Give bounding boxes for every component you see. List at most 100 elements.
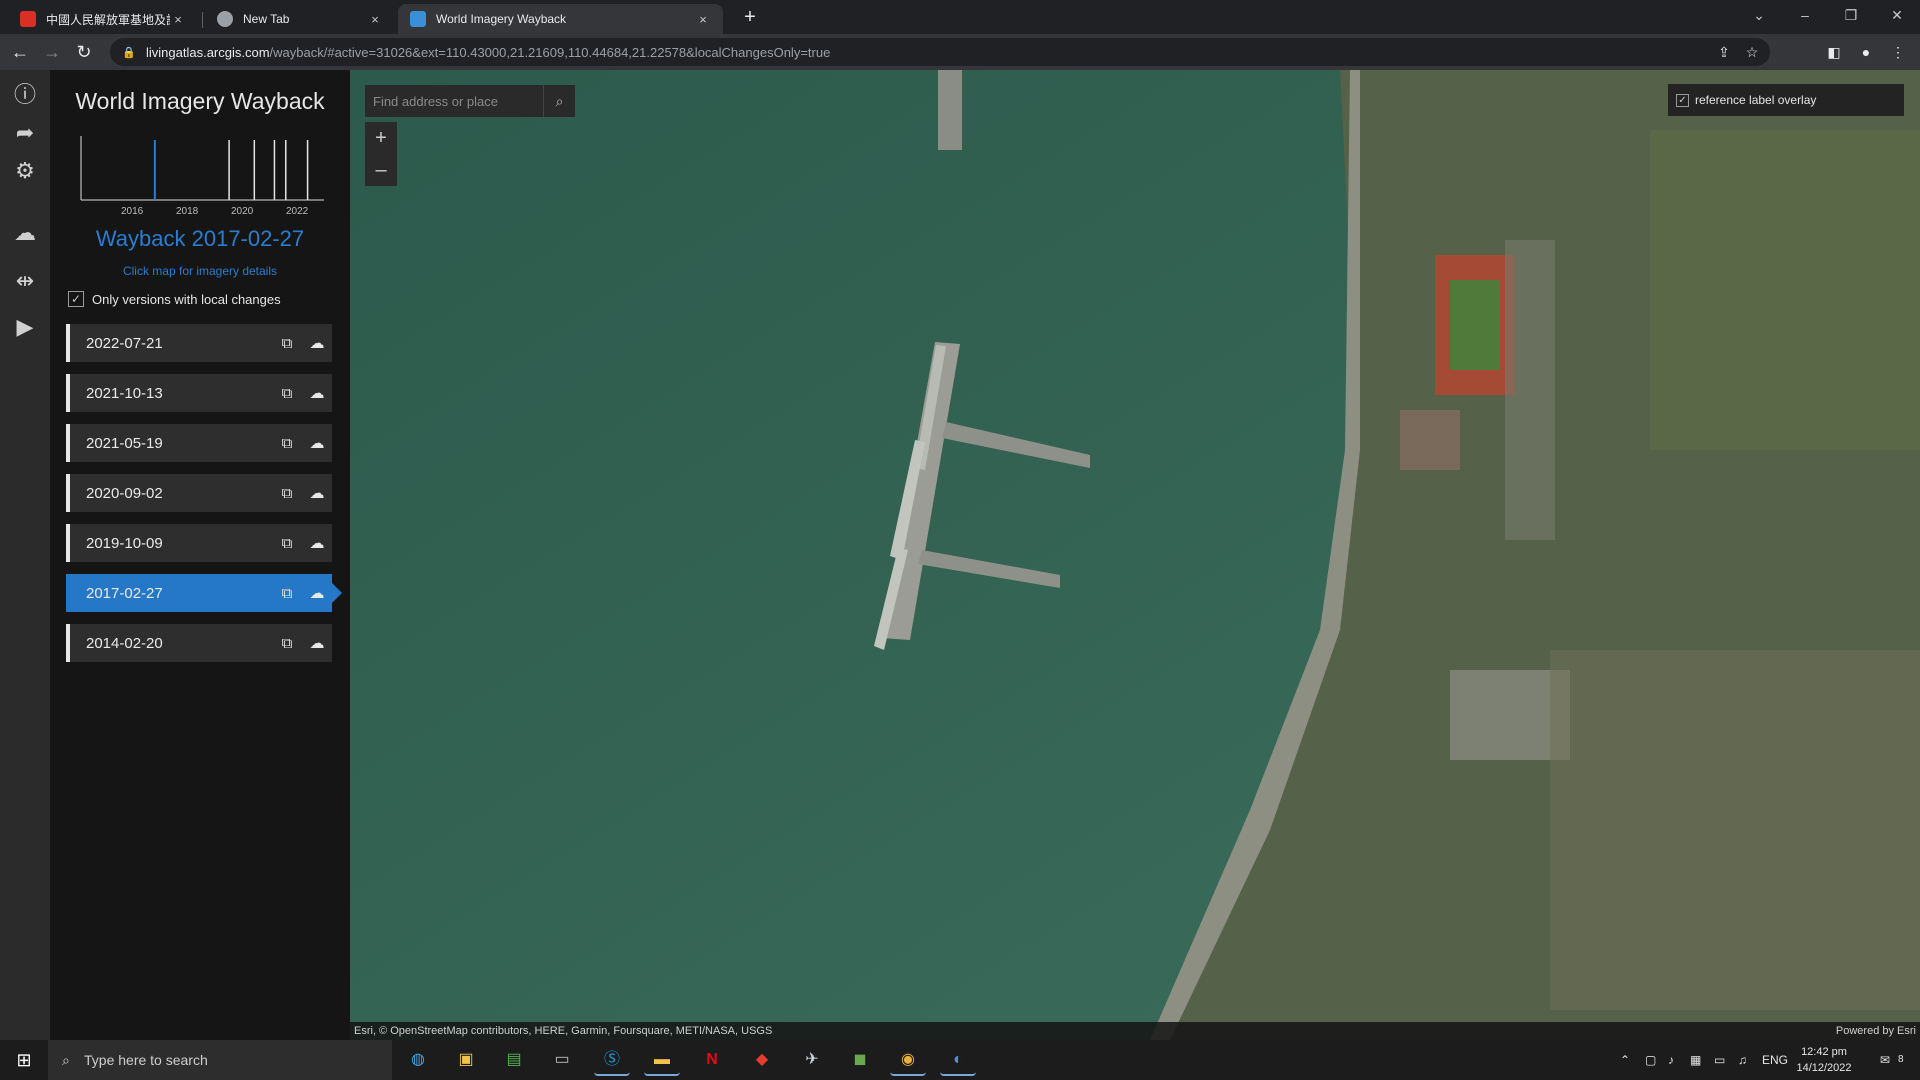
- open-in-new-icon[interactable]: ⧉: [272, 535, 302, 552]
- lock-icon: 🔒: [122, 46, 136, 59]
- cloud-add-icon[interactable]: ☁: [302, 584, 332, 602]
- app-red-icon[interactable]: ◆: [744, 1044, 780, 1076]
- app-title: World Imagery Wayback: [75, 88, 325, 114]
- cloud-add-icon[interactable]: ☁: [302, 384, 332, 402]
- release-item[interactable]: 2021-05-19 ⧉ ☁: [66, 424, 332, 462]
- cloud-add-icon[interactable]: ☁: [302, 634, 332, 652]
- tab-world-imagery-wayback[interactable]: World Imagery Wayback ×: [398, 4, 723, 34]
- cloud-add-icon[interactable]: ☁: [302, 534, 332, 552]
- reference-label-text: reference label overlay: [1695, 93, 1817, 107]
- icon-rail: ⓘ ➦ ⚙ ☁ ⇹ ▶: [0, 70, 50, 1040]
- minimize-button[interactable]: –: [1782, 0, 1828, 30]
- north-jetty: [938, 70, 962, 150]
- local-changes-label: Only versions with local changes: [92, 291, 281, 307]
- back-icon[interactable]: ←: [8, 40, 32, 64]
- pin-favicon-icon: [20, 11, 36, 27]
- open-in-new-icon[interactable]: ⧉: [272, 585, 302, 602]
- notifications-icon[interactable]: ✉: [1880, 1040, 1890, 1080]
- open-in-new-icon[interactable]: ⧉: [272, 385, 302, 402]
- tab-close-icon[interactable]: ×: [170, 12, 186, 27]
- timeline-year-label: 2018: [176, 206, 199, 217]
- app-fighter-icon[interactable]: ✈: [794, 1044, 830, 1076]
- timeline-year-label: 2022: [286, 206, 309, 217]
- release-item-selected[interactable]: 2017-02-27 ⧉ ☁: [66, 574, 342, 612]
- powered-by-esri[interactable]: Powered by Esri: [1836, 1022, 1916, 1040]
- open-in-new-icon[interactable]: ⧉: [272, 435, 302, 452]
- forward-icon[interactable]: →: [40, 40, 64, 64]
- edge-icon[interactable]: ◍: [400, 1044, 436, 1076]
- restore-button[interactable]: ❐: [1828, 0, 1874, 30]
- release-item[interactable]: 2020-09-02 ⧉ ☁: [66, 474, 332, 512]
- close-window-button[interactable]: ✕: [1874, 0, 1920, 30]
- release-date: 2017-02-27: [86, 584, 163, 602]
- network-icon[interactable]: ▦: [1690, 1040, 1701, 1080]
- new-tab-button[interactable]: +: [738, 5, 762, 29]
- release-date: 2014-02-20: [86, 634, 163, 652]
- local-changes-checkbox[interactable]: ✓: [68, 291, 84, 307]
- map-attribution: Esri, © OpenStreetMap contributors, HERE…: [350, 1022, 1920, 1040]
- zoom-in-button[interactable]: +: [365, 122, 397, 154]
- release-item[interactable]: 2021-10-13 ⧉ ☁: [66, 374, 332, 412]
- file-explorer-icon[interactable]: ▬: [644, 1044, 680, 1076]
- meet-now-icon[interactable]: ▢: [1645, 1040, 1656, 1080]
- chrome-icon[interactable]: ◉: [890, 1044, 926, 1076]
- tab-pla-bases[interactable]: 中國人民解放軍基地及設施 (持續 ×: [8, 4, 198, 34]
- release-item[interactable]: 2019-10-09 ⧉ ☁: [66, 524, 332, 562]
- side-panel-icon[interactable]: ◧: [1824, 42, 1844, 62]
- info-icon[interactable]: ⓘ: [10, 80, 40, 110]
- play-animation-icon[interactable]: ▶: [10, 312, 40, 342]
- profile-icon[interactable]: ●: [1856, 42, 1876, 62]
- release-item[interactable]: 2014-02-20 ⧉ ☁: [66, 624, 332, 662]
- menu-kebab-icon[interactable]: ⋮: [1888, 42, 1908, 62]
- search-input[interactable]: [365, 85, 543, 117]
- reference-label-checkbox[interactable]: ✓: [1676, 93, 1689, 107]
- volume-icon[interactable]: ♫: [1738, 1040, 1747, 1080]
- terminal-icon[interactable]: ▤: [496, 1044, 532, 1076]
- language-indicator[interactable]: ENG: [1762, 1040, 1788, 1080]
- minecraft-icon[interactable]: ◼: [842, 1044, 878, 1076]
- release-item[interactable]: 2022-07-21 ⧉ ☁: [66, 324, 332, 362]
- imagery-details-hint[interactable]: Click map for imagery details: [50, 264, 350, 278]
- tab-new-tab[interactable]: New Tab ×: [205, 4, 395, 34]
- tab-close-icon[interactable]: ×: [695, 12, 711, 27]
- window-icon[interactable]: ▭: [544, 1044, 580, 1076]
- cloud-add-icon[interactable]: ☁: [302, 334, 332, 352]
- tab-divider: [202, 12, 203, 28]
- browser-tab-bar: 中國人民解放軍基地及設施 (持續 × New Tab × World Image…: [0, 0, 1920, 34]
- cloud-sync-icon[interactable]: ☁: [10, 218, 40, 248]
- tab-title: New Tab: [243, 12, 290, 26]
- cloud-add-icon[interactable]: ☁: [302, 484, 332, 502]
- release-date: 2022-07-21: [86, 334, 163, 352]
- skype-icon[interactable]: Ⓢ: [594, 1044, 630, 1076]
- bookmark-star-icon[interactable]: ☆: [1742, 42, 1762, 62]
- tab-close-icon[interactable]: ×: [367, 12, 383, 27]
- zoom-control: + –: [365, 122, 397, 186]
- satellite-map[interactable]: ⌕ + – ✓ reference label overlay Esri, © …: [350, 70, 1920, 1040]
- address-bar[interactable]: 🔒 livingatlas.arcgis.com /wayback/#activ…: [110, 38, 1770, 66]
- store-icon[interactable]: ▣: [448, 1044, 484, 1076]
- netflix-icon[interactable]: N: [694, 1044, 730, 1076]
- reload-icon[interactable]: ↻: [72, 40, 96, 64]
- pc-icon[interactable]: ▭: [1714, 1040, 1725, 1080]
- share-icon[interactable]: ⇪: [1714, 42, 1734, 62]
- taskbar-search[interactable]: ⌕ Type here to search: [48, 1040, 392, 1080]
- swipe-compare-icon[interactable]: ⇹: [10, 266, 40, 296]
- share-arrow-icon[interactable]: ➦: [10, 118, 40, 148]
- open-in-new-icon[interactable]: ⧉: [272, 485, 302, 502]
- open-in-new-icon[interactable]: ⧉: [272, 335, 302, 352]
- open-in-new-icon[interactable]: ⧉: [272, 635, 302, 652]
- windows-start-icon[interactable]: ⊞: [0, 1040, 48, 1080]
- release-timeline-chart[interactable]: [80, 136, 324, 206]
- local-changes-toggle[interactable]: ✓ Only versions with local changes: [68, 291, 281, 307]
- gear-icon[interactable]: ⚙: [10, 156, 40, 186]
- tab-search-icon[interactable]: ⌄: [1736, 0, 1782, 30]
- reference-label-toggle[interactable]: ✓ reference label overlay: [1668, 84, 1904, 116]
- zoom-out-button[interactable]: –: [365, 154, 397, 186]
- search-icon[interactable]: ⌕: [543, 85, 575, 117]
- microphone-icon[interactable]: ♪: [1668, 1040, 1674, 1080]
- earth-icon[interactable]: ◐: [940, 1044, 976, 1076]
- search-box[interactable]: ⌕: [365, 85, 575, 117]
- tray-chevron-icon[interactable]: ⌃: [1620, 1040, 1630, 1080]
- taskbar-clock[interactable]: 12:42 pm 14/12/2022: [1792, 1044, 1856, 1076]
- cloud-add-icon[interactable]: ☁: [302, 434, 332, 452]
